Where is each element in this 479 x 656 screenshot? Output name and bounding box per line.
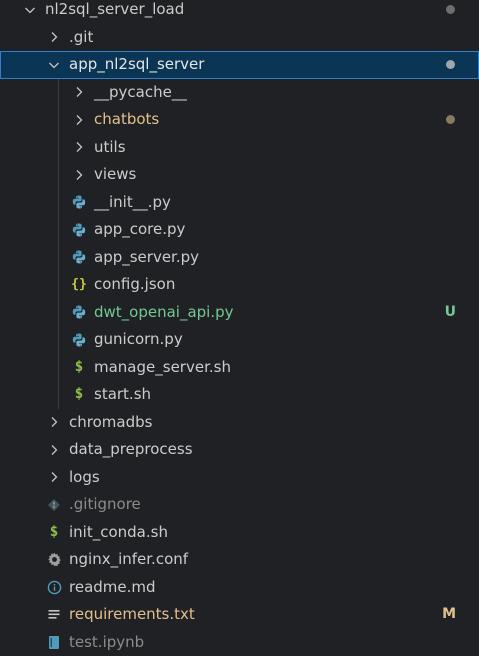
notebook-file-icon [45, 633, 63, 651]
chevron-right-icon [71, 84, 87, 100]
python-file-icon [70, 303, 88, 321]
indent-guide [58, 106, 59, 134]
tree-item-label: .git [69, 27, 94, 46]
tree-item-label: nginx_infer.conf [69, 550, 189, 568]
tree-item-label: test.ipynb [69, 632, 145, 651]
chevron-right-icon [71, 167, 87, 183]
file-explorer-tree: nl2sql_server_load .git app_nl2sql_serve… [0, 0, 479, 656]
indent-guide [58, 216, 59, 244]
chevron-right-icon [71, 139, 87, 155]
python-file-icon [70, 331, 88, 349]
tree-item-label: dwt_openai_api.py [94, 302, 234, 321]
indent-guide [58, 161, 59, 189]
tree-item-nginx-infer-conf[interactable]: nginx_infer.conf [0, 546, 479, 574]
chevron-right-icon [46, 469, 62, 485]
tree-item-utils-folder[interactable]: utils [0, 133, 479, 161]
tree-item-requirements-txt[interactable]: requirements.txt M [0, 601, 479, 629]
git-file-icon [45, 496, 63, 514]
tree-item-label: config.json [94, 275, 176, 293]
tree-item-manage-server-sh[interactable]: $ manage_server.sh [0, 353, 479, 381]
chevron-down-icon [22, 2, 38, 18]
tree-item-label: gunicorn.py [94, 330, 183, 348]
tree-item-label: start.sh [94, 385, 152, 403]
tree-item-label: nl2sql_server_load [45, 0, 185, 18]
tree-item-app-folder[interactable]: app_nl2sql_server [0, 51, 479, 79]
tree-item-app-core-py[interactable]: app_core.py [0, 216, 479, 244]
tree-item-label: logs [69, 467, 100, 486]
json-file-icon: {} [71, 277, 87, 292]
indent-guide [58, 133, 59, 161]
tree-item-label: requirements.txt [69, 605, 195, 623]
tree-item-label: chatbots [94, 110, 160, 128]
tree-item-app-server-py[interactable]: app_server.py [0, 243, 479, 271]
tree-item-start-sh[interactable]: $ start.sh [0, 381, 479, 409]
shell-file-icon: $ [74, 358, 84, 375]
indent-guide [58, 298, 59, 326]
tree-item-label: app_nl2sql_server [69, 55, 205, 73]
shell-file-icon: $ [49, 523, 59, 540]
indent-guide [58, 381, 59, 409]
indent-guide [58, 271, 59, 299]
chevron-right-icon [46, 414, 62, 430]
tree-item-label: app_server.py [94, 247, 200, 266]
tree-item-logs-folder[interactable]: logs [0, 464, 479, 492]
tree-item-readme-md[interactable]: readme.md [0, 574, 479, 602]
git-status-badge: U [444, 303, 456, 320]
modified-dot-icon [446, 115, 455, 124]
chevron-right-icon [46, 29, 62, 45]
indent-guide [58, 188, 59, 216]
tree-item-init-py[interactable]: __init__.py [0, 188, 479, 216]
indent-guide [58, 243, 59, 271]
chevron-right-icon [46, 442, 62, 458]
tree-item-label: init_conda.sh [69, 522, 168, 541]
python-file-icon [70, 193, 88, 211]
tree-item-gunicorn-py[interactable]: gunicorn.py [0, 326, 479, 354]
indent-guide [58, 353, 59, 381]
tree-item-label: app_core.py [94, 220, 186, 238]
tree-item-label: data_preprocess [69, 440, 193, 458]
tree-item-git-folder[interactable]: .git [0, 24, 479, 52]
tree-item-label: __pycache__ [94, 82, 187, 101]
python-file-icon [70, 248, 88, 266]
git-status-badge: M [442, 606, 456, 622]
tree-item-label: readme.md [69, 577, 156, 596]
tree-item-label: manage_server.sh [94, 357, 231, 376]
chevron-right-icon [71, 112, 87, 128]
tree-item-gitignore[interactable]: .gitignore [0, 491, 479, 519]
modified-dot-icon [446, 60, 455, 69]
shell-file-icon: $ [74, 386, 84, 402]
tree-item-label: __init__.py [94, 192, 171, 211]
tree-item-init-conda-sh[interactable]: $ init_conda.sh [0, 519, 479, 547]
tree-item-label: .gitignore [69, 495, 141, 513]
gear-icon [45, 551, 63, 569]
tree-item-pycache-folder[interactable]: __pycache__ [0, 78, 479, 106]
tree-item-label: chromadbs [69, 412, 153, 431]
tree-item-label: views [94, 165, 137, 183]
text-file-icon [45, 606, 63, 624]
chevron-down-icon [46, 57, 62, 73]
tree-item-views-folder[interactable]: views [0, 161, 479, 189]
indent-guide [58, 78, 59, 106]
tree-item-chromadbs-folder[interactable]: chromadbs [0, 409, 479, 437]
modified-dot-icon [446, 5, 455, 14]
python-file-icon [70, 221, 88, 239]
tree-item-data-preprocess-folder[interactable]: data_preprocess [0, 436, 479, 464]
tree-item-chatbots-folder[interactable]: chatbots [0, 106, 479, 134]
indent-guide [58, 326, 59, 354]
info-icon [45, 578, 63, 596]
tree-item-config-json[interactable]: {} config.json [0, 271, 479, 299]
tree-item-root-folder[interactable]: nl2sql_server_load [0, 0, 479, 24]
tree-item-label: utils [94, 137, 126, 156]
tree-item-dwt-openai-api-py[interactable]: dwt_openai_api.py U [0, 298, 479, 326]
tree-item-test-ipynb[interactable]: test.ipynb [0, 629, 479, 656]
